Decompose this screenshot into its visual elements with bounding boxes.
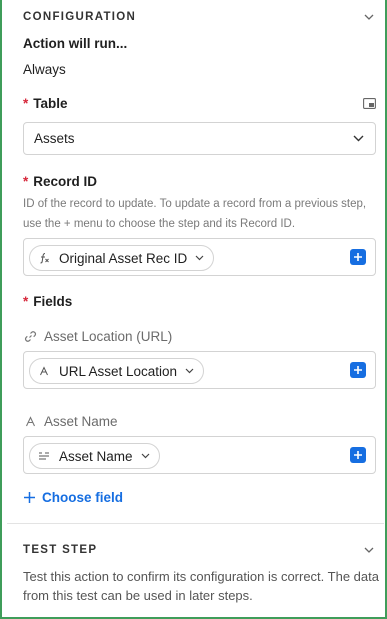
configuration-title: CONFIGURATION (23, 11, 137, 23)
record-id-token-label: Original Asset Rec ID (59, 250, 188, 266)
plus-icon (354, 366, 362, 374)
text-a-icon (37, 366, 51, 376)
action-run-label: Action will run... (23, 36, 128, 51)
table-label-row: * Table (23, 96, 376, 111)
test-step-header[interactable]: TEST STEP (23, 541, 376, 559)
insert-token-button[interactable] (350, 447, 366, 463)
plus-icon (23, 491, 36, 504)
table-select-value: Assets (34, 131, 75, 146)
configuration-header[interactable]: CONFIGURATION (23, 8, 376, 26)
formula-icon (37, 252, 51, 264)
fields-label: * Fields (23, 294, 73, 309)
section-divider (7, 523, 384, 524)
text-a-icon (23, 416, 37, 427)
chevron-down-icon (353, 135, 364, 142)
field-input-asset-name[interactable]: Asset Name (23, 436, 376, 474)
test-step-title: TEST STEP (23, 544, 98, 556)
choose-field-button[interactable]: Choose field (23, 490, 123, 505)
action-run-value: Always (23, 62, 66, 77)
long-text-icon (37, 451, 51, 461)
chevron-down-icon (195, 255, 204, 261)
field-token-asset-name[interactable]: Asset Name (29, 443, 160, 469)
required-mark: * (23, 96, 29, 111)
field-label-asset-location: Asset Location (URL) (23, 329, 172, 344)
field-input-asset-location[interactable]: URL Asset Location (23, 351, 376, 389)
panel-frame: CONFIGURATION Action will run... Always … (0, 0, 387, 619)
chevron-down-icon (141, 453, 150, 459)
record-id-help: ID of the record to update. To update a … (23, 198, 367, 230)
chevron-down-icon[interactable] (362, 543, 376, 557)
required-mark: * (23, 294, 29, 309)
action-config-panel: CONFIGURATION Action will run... Always … (7, 0, 384, 617)
table-select[interactable]: Assets (23, 122, 376, 155)
test-step-description: Test this action to confirm its configur… (23, 569, 379, 603)
insert-token-button[interactable] (350, 249, 366, 265)
insert-token-button[interactable] (350, 362, 366, 378)
chevron-down-icon[interactable] (362, 10, 376, 24)
record-id-label: * Record ID (23, 174, 98, 189)
record-id-input[interactable]: Original Asset Rec ID (23, 238, 376, 276)
field-token-url-asset-location[interactable]: URL Asset Location (29, 358, 205, 384)
table-preview-icon[interactable] (363, 98, 376, 109)
required-mark: * (23, 174, 29, 189)
chevron-down-icon (185, 368, 194, 374)
table-label: * Table (23, 96, 68, 111)
record-id-token[interactable]: Original Asset Rec ID (29, 245, 215, 271)
plus-icon (354, 451, 362, 459)
field-label-asset-name: Asset Name (23, 414, 118, 429)
link-icon (23, 330, 37, 343)
plus-icon (354, 253, 362, 261)
